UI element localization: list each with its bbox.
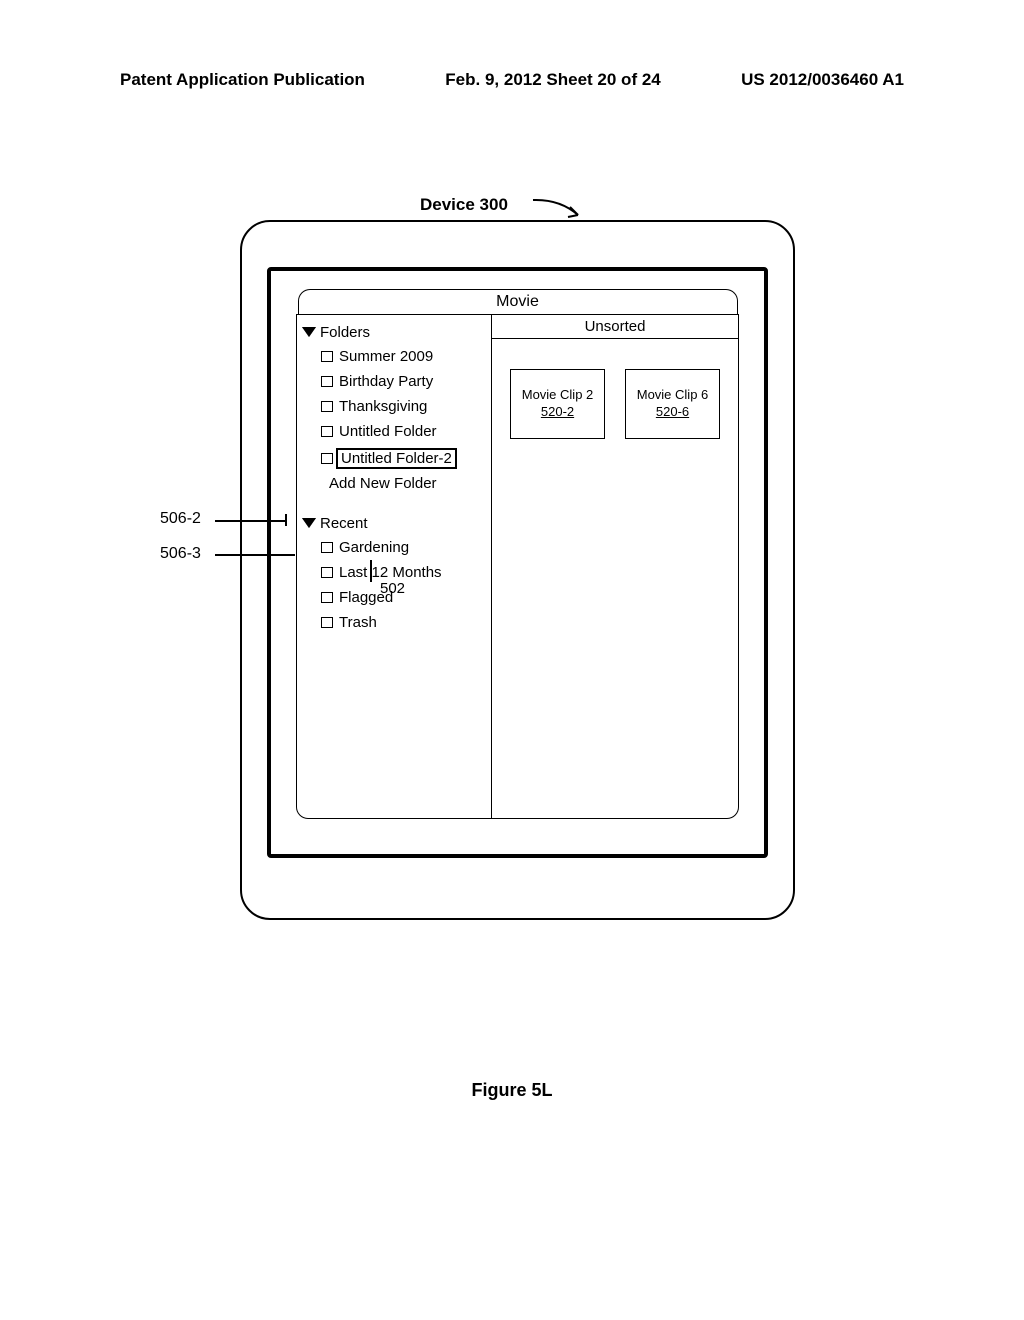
sidebar-item-label: Untitled Folder-2 [336, 448, 457, 469]
recent-header-label: Recent [320, 515, 368, 532]
callout-502: 502 [380, 580, 405, 597]
sidebar-item-birthday-party[interactable]: Birthday Party [301, 369, 487, 394]
device-label: Device 300 [420, 195, 508, 215]
lead-line [215, 520, 285, 522]
folder-icon [321, 617, 333, 628]
clip-name: Movie Clip 6 [637, 387, 709, 404]
lead-line [285, 514, 287, 526]
movie-clip-6[interactable]: Movie Clip 6 520-6 [625, 369, 720, 439]
sidebar-item-label: Thanksgiving [339, 398, 427, 415]
sidebar-item-gardening[interactable]: Gardening [301, 535, 487, 560]
add-new-folder-label: Add New Folder [329, 475, 437, 492]
lead-line [215, 554, 295, 556]
sidebar-item-untitled-folder-2[interactable]: Untitled Folder-2 [301, 444, 487, 473]
sidebar-item-label: Birthday Party [339, 373, 433, 390]
folder-icon [321, 453, 333, 464]
sidebar-item-label: Gardening [339, 539, 409, 556]
folder-icon [321, 567, 333, 578]
sidebar-item-trash[interactable]: Trash [301, 610, 487, 635]
folder-icon [321, 542, 333, 553]
page-header: Patent Application Publication Feb. 9, 2… [0, 70, 1024, 90]
folder-icon [321, 592, 333, 603]
sidebar-section-recent[interactable]: Recent [301, 512, 487, 535]
callout-506-2: 506-2 [160, 510, 201, 528]
callout-506-3: 506-3 [160, 545, 201, 563]
sidebar: Folders Summer 2009 Birthday Party Thank… [297, 315, 492, 818]
sidebar-section-folders[interactable]: Folders [301, 321, 487, 344]
folder-icon [321, 426, 333, 437]
clips-grid: Movie Clip 2 520-2 Movie Clip 6 520-6 [492, 339, 738, 469]
sidebar-item-label: Untitled Folder [339, 423, 437, 440]
clip-name: Movie Clip 2 [522, 387, 594, 404]
clip-ref: 520-6 [656, 404, 689, 421]
header-left: Patent Application Publication [120, 70, 365, 90]
figure-label: Figure 5L [471, 1080, 552, 1101]
add-new-folder-button[interactable]: Add New Folder [301, 473, 487, 494]
folders-header-label: Folders [320, 324, 370, 341]
movie-clip-2[interactable]: Movie Clip 2 520-2 [510, 369, 605, 439]
lead-line [370, 560, 372, 582]
sidebar-item-label: Summer 2009 [339, 348, 433, 365]
header-mid: Feb. 9, 2012 Sheet 20 of 24 [445, 70, 660, 90]
content-title: Unsorted [492, 315, 738, 339]
chevron-down-icon [303, 519, 315, 528]
sidebar-item-untitled-folder[interactable]: Untitled Folder [301, 419, 487, 444]
sidebar-item-summer-2009[interactable]: Summer 2009 [301, 344, 487, 369]
device-frame: Movie Folders Summer 2009 Birthday Party [240, 220, 795, 920]
sidebar-item-label: Last 12 Months [339, 564, 442, 581]
folder-icon [321, 401, 333, 412]
chevron-down-icon [303, 328, 315, 337]
clip-ref: 520-2 [541, 404, 574, 421]
header-right: US 2012/0036460 A1 [741, 70, 904, 90]
sidebar-item-label: Trash [339, 614, 377, 631]
screen: Movie Folders Summer 2009 Birthday Party [267, 267, 768, 858]
sidebar-item-thanksgiving[interactable]: Thanksgiving [301, 394, 487, 419]
app-title: Movie [298, 289, 738, 314]
folder-icon [321, 376, 333, 387]
app-body: Folders Summer 2009 Birthday Party Thank… [296, 314, 739, 819]
folder-icon [321, 351, 333, 362]
content-panel: Unsorted Movie Clip 2 520-2 Movie Clip 6… [492, 315, 738, 818]
